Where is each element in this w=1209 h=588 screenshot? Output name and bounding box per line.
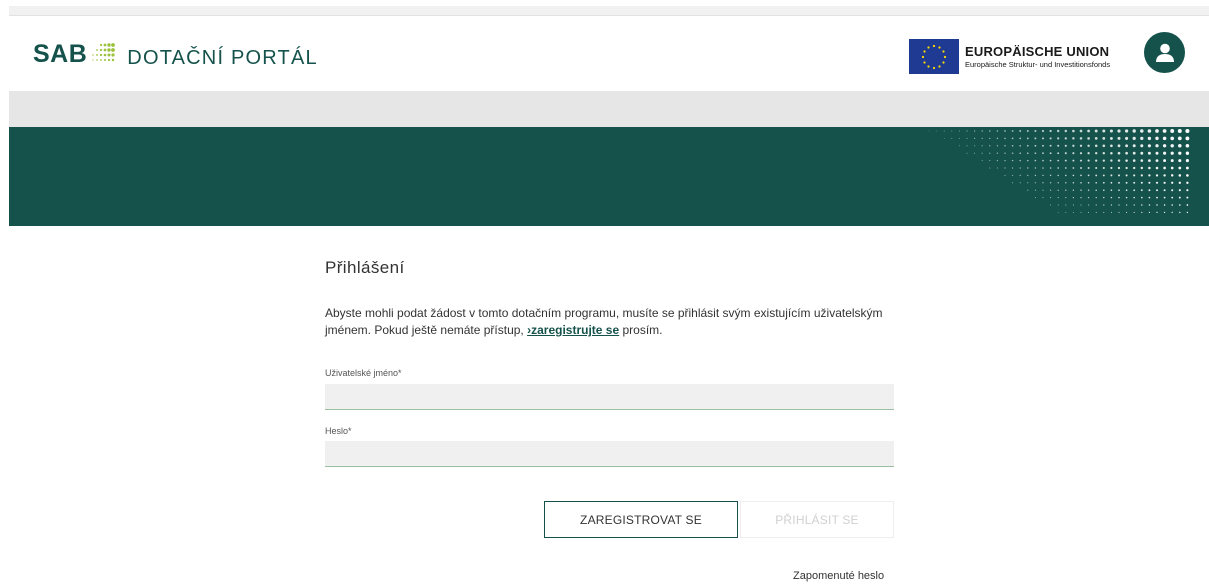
register-button[interactable]: ZAREGISTROVAT SE bbox=[544, 501, 738, 538]
logo-portal-text: DOTAČNÍ PORTÁL bbox=[127, 46, 318, 69]
user-account-button[interactable] bbox=[1144, 32, 1185, 73]
intro-text-after: prosím. bbox=[619, 323, 663, 337]
login-button[interactable]: PŘIHLÁSIT SE bbox=[740, 501, 894, 538]
forgot-password-link[interactable]: Zapomenuté heslo bbox=[793, 570, 884, 582]
username-label: Uživatelské jméno* bbox=[325, 368, 402, 378]
eu-subtitle: Europäische Struktur- und Investitionsfo… bbox=[965, 59, 1111, 69]
eu-flag-icon bbox=[909, 38, 959, 74]
login-section: Přihlášení Abyste mohli podat žádost v t… bbox=[325, 258, 894, 582]
logo-dots-icon bbox=[91, 43, 117, 65]
site-header: SAB DOTAČNÍ PORTÁL EUROPÄISCHE UNION Eur… bbox=[9, 16, 1209, 91]
logo-sab-text: SAB bbox=[33, 39, 88, 68]
eu-logo: EUROPÄISCHE UNION Europäische Struktur- … bbox=[909, 38, 1110, 74]
password-label: Heslo* bbox=[325, 426, 352, 436]
register-link[interactable]: ›zaregistrujte se bbox=[527, 323, 619, 337]
login-intro-text: Abyste mohli podat žádost v tomto dotačn… bbox=[325, 305, 894, 339]
eu-title: EUROPÄISCHE UNION bbox=[965, 43, 1110, 59]
user-icon bbox=[1155, 43, 1174, 62]
password-input[interactable] bbox=[325, 441, 894, 467]
sab-logo[interactable]: SAB DOTAČNÍ PORTÁL bbox=[33, 30, 318, 78]
banner-dot-pattern bbox=[928, 128, 1190, 214]
hero-banner bbox=[9, 127, 1209, 226]
top-strip bbox=[9, 6, 1209, 16]
username-input[interactable] bbox=[325, 384, 894, 410]
navigation-bar bbox=[9, 91, 1209, 127]
page-title: Přihlášení bbox=[325, 258, 405, 277]
